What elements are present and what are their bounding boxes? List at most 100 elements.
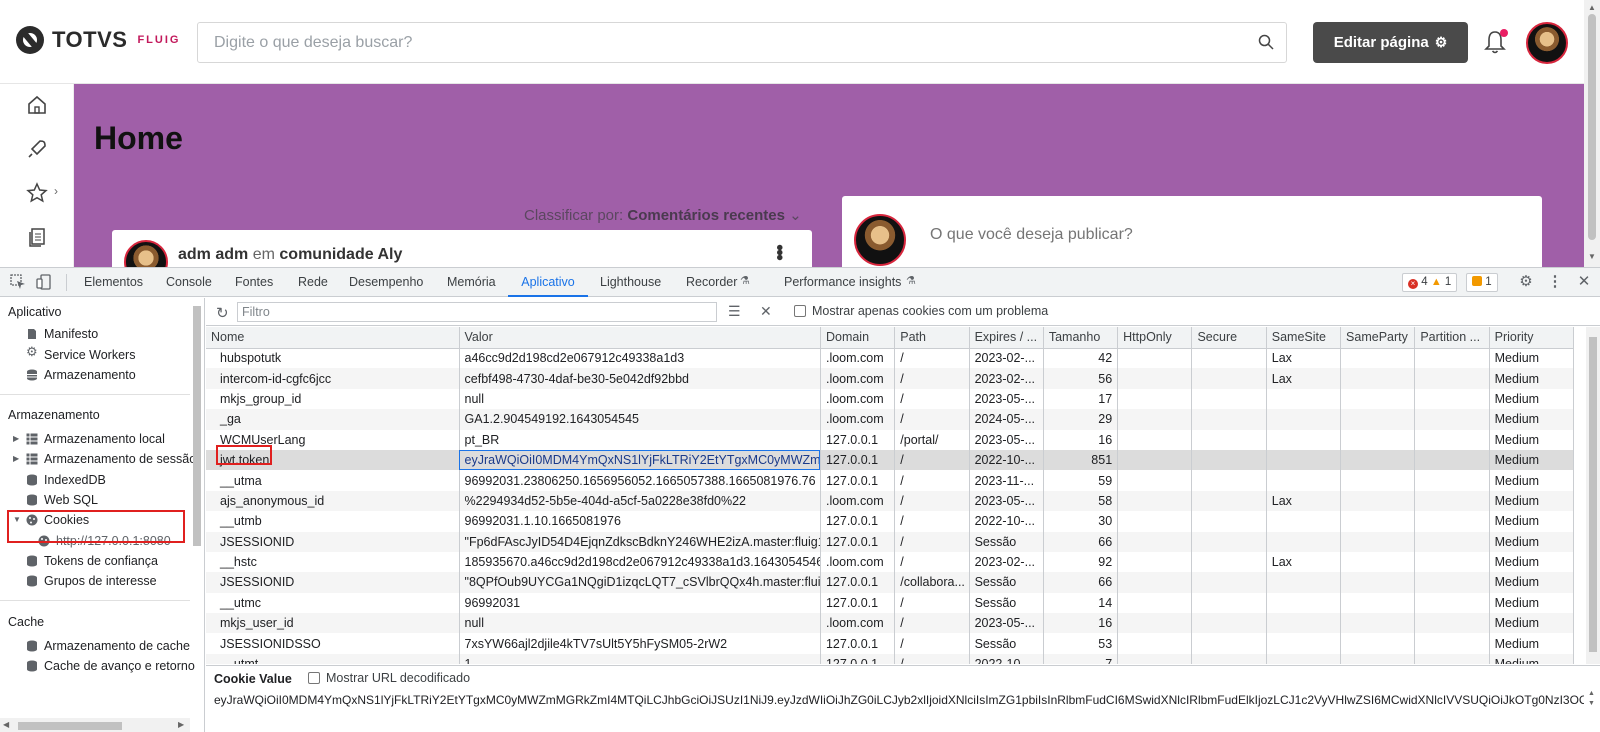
- column-header[interactable]: Priority: [1489, 327, 1575, 349]
- totvs-fluig-logo[interactable]: TOTVS FLUIG: [16, 26, 180, 54]
- table-row[interactable]: __utmc 96992031 127.0.0.1/Sessão 14 Medium: [206, 592, 1575, 614]
- table-row[interactable]: __hstc 185935670.a46cc9d2d198cd2e067912c4…: [206, 551, 1575, 573]
- sidebar-hscroll-thumb[interactable]: [18, 722, 122, 730]
- table-row[interactable]: __utma 96992031.23806250.1656956052.16650…: [206, 470, 1575, 491]
- sidebar-scroll-thumb[interactable]: [193, 306, 201, 546]
- settings-gear-icon[interactable]: ⚙: [1518, 274, 1534, 290]
- tab-performance[interactable]: Desempenho: [347, 268, 425, 297]
- sidebar-item-web-sql[interactable]: Web SQL: [44, 493, 98, 507]
- column-header[interactable]: Nome: [206, 327, 460, 349]
- clear-filtered-icon[interactable]: ☰: [728, 303, 741, 320]
- table-row[interactable]: WCMUserLang pt_BR 127.0.0.1/portal/2023-05…: [206, 429, 1575, 450]
- column-header[interactable]: Domain: [820, 327, 896, 349]
- device-toolbar-icon[interactable]: [36, 274, 52, 290]
- tab-recorder[interactable]: Recorder: [684, 268, 739, 297]
- table-row[interactable]: __utmb 96992031.1.10.1665081976 127.0.0.1/…: [206, 511, 1575, 532]
- console-errors-badge[interactable]: × 4 ▲ 1: [1402, 273, 1458, 292]
- scroll-up-icon[interactable]: ▲: [1588, 690, 1595, 697]
- post-community[interactable]: comunidade Aly: [279, 246, 402, 263]
- column-header[interactable]: SameParty: [1340, 327, 1416, 349]
- column-header[interactable]: SameSite: [1266, 327, 1342, 349]
- scroll-down-icon[interactable]: ▼: [1588, 700, 1595, 707]
- table-row[interactable]: mkjs_group_id null .loom.com/2023-05-... 17…: [206, 388, 1575, 410]
- documents-icon[interactable]: [26, 226, 48, 248]
- tab-memory[interactable]: Memória: [445, 268, 498, 297]
- search-input[interactable]: [198, 23, 1238, 62]
- refresh-icon[interactable]: ↻: [216, 304, 229, 322]
- table-scrollbar[interactable]: [1586, 327, 1600, 664]
- sidebar-item-trust-tokens[interactable]: Tokens de confiança: [44, 554, 158, 568]
- sidebar-item-cache-storage[interactable]: Armazenamento de cache: [44, 639, 190, 653]
- table-scroll-thumb[interactable]: [1589, 337, 1597, 652]
- column-header[interactable]: HttpOnly: [1117, 327, 1193, 349]
- page-title: Home: [94, 120, 183, 156]
- table-row[interactable]: hubspotutk a46cc9d2d198cd2e067912c49338a1…: [206, 348, 1575, 369]
- tab-console[interactable]: Console: [164, 268, 214, 297]
- sidebar-item-interest-groups[interactable]: Grupos de interesse: [44, 574, 157, 588]
- table-row[interactable]: __utmt1127.0.0.1/2022-10-...7 Medium: [206, 653, 1575, 664]
- user-avatar[interactable]: [1526, 22, 1568, 64]
- column-header[interactable]: Valor: [459, 327, 821, 349]
- sidebar-item-manifest[interactable]: Manifesto: [44, 327, 98, 341]
- edit-page-button[interactable]: Editar página ⚙: [1313, 22, 1468, 63]
- home-icon[interactable]: [26, 94, 48, 116]
- sidebar-scrollbar[interactable]: [190, 306, 204, 546]
- sidebar-item-session-storage[interactable]: Armazenamento de sessão: [44, 452, 196, 466]
- clear-all-icon[interactable]: ✕: [760, 303, 772, 320]
- sidebar-item-local-storage[interactable]: Armazenamento local: [44, 432, 165, 446]
- rocket-icon[interactable]: [26, 138, 48, 160]
- column-header[interactable]: Tamanho: [1043, 327, 1119, 349]
- checkbox[interactable]: [794, 305, 806, 317]
- sort-selector[interactable]: Classificar por: Comentários recentes ⌄: [524, 206, 802, 224]
- close-devtools-icon[interactable]: ✕: [1576, 274, 1592, 290]
- table-row[interactable]: JSESSIONID "8QPfOub9UYCGa1NQgiD1izqcLQT7_…: [206, 572, 1575, 593]
- table-row[interactable]: JSESSIONID "Fp6dFAscJyID54D4EjqnZdkscBdkn…: [206, 531, 1575, 552]
- only-problem-cookies-checkbox[interactable]: Mostrar apenas cookies com um problema: [794, 304, 1048, 318]
- tab-network[interactable]: Rede: [296, 268, 330, 297]
- table-cell[interactable]: eyJraWQiOiI0MDM4YmQxNS1lYjFkLTRiY2EtYTgx…: [459, 449, 821, 471]
- cookie-value-text[interactable]: eyJraWQiOiI0MDM4YmQxNS1lYjFkLTRiY2EtYTgx…: [214, 693, 1584, 707]
- scroll-left-icon[interactable]: ◀: [3, 720, 9, 729]
- scroll-right-icon[interactable]: ▶: [178, 720, 184, 729]
- post-avatar[interactable]: [124, 240, 168, 267]
- issues-badge[interactable]: 1: [1466, 273, 1498, 292]
- column-header[interactable]: Partition ...: [1414, 327, 1490, 349]
- tab-lighthouse[interactable]: Lighthouse: [598, 268, 663, 297]
- column-header[interactable]: Path: [894, 327, 970, 349]
- show-url-decoded-checkbox[interactable]: Mostrar URL decodificado: [308, 671, 470, 685]
- table-row[interactable]: JSESSIONIDSSO 7xsYW66ajl2djile4kTV7sUlt5Y…: [206, 633, 1575, 654]
- column-header[interactable]: Secure: [1191, 327, 1267, 349]
- expand-arrow-icon[interactable]: ▶: [13, 434, 19, 443]
- scroll-up-icon[interactable]: ▲: [1588, 3, 1596, 12]
- inspect-element-icon[interactable]: [10, 274, 26, 290]
- sidebar-item-indexeddb[interactable]: IndexedDB: [44, 473, 106, 487]
- tab-application[interactable]: Aplicativo: [508, 268, 588, 297]
- table-row[interactable]: intercom-id-cgfc6jcc cefbf498-4730-4daf-b…: [206, 368, 1575, 389]
- post-author[interactable]: adm adm: [178, 246, 248, 263]
- table-row[interactable]: jwt.token eyJraWQiOiI0MDM4YmQxNS1lYjFkLTR…: [206, 449, 1575, 471]
- filter-input[interactable]: [237, 302, 717, 322]
- sidebar-item-service-workers[interactable]: Service Workers: [44, 348, 135, 362]
- table-row[interactable]: _ga GA1.2.904549192.1643054545 .loom.com/2…: [206, 409, 1575, 430]
- page-scrollbar[interactable]: ▲ ▼: [1584, 0, 1600, 267]
- column-header[interactable]: Expires / ...: [969, 327, 1044, 349]
- page-scroll-thumb[interactable]: [1588, 14, 1596, 240]
- tab-performance-insights[interactable]: Performance insights: [782, 268, 903, 297]
- table-row[interactable]: mkjs_user_id null .loom.com/2023-05-... 16 M…: [206, 613, 1575, 634]
- star-icon[interactable]: [26, 182, 48, 204]
- publish-input[interactable]: O que você deseja publicar?: [930, 226, 1133, 244]
- sidebar-horizontal-scrollbar[interactable]: ◀ ▶: [0, 718, 190, 732]
- sidebar-item-storage[interactable]: Armazenamento: [44, 368, 136, 382]
- scroll-down-icon[interactable]: ▼: [1588, 252, 1596, 261]
- kebab-menu-icon[interactable]: ⋮: [1547, 274, 1563, 290]
- tab-sources[interactable]: Fontes: [233, 268, 275, 297]
- tab-elements[interactable]: Elementos: [82, 268, 145, 297]
- search-icon[interactable]: [1258, 34, 1274, 50]
- more-options-icon[interactable]: •••: [767, 244, 790, 259]
- checkbox[interactable]: [308, 672, 320, 684]
- sidebar-item-bfcache[interactable]: Cache de avanço e retorno: [44, 659, 195, 673]
- cookie-value-scroll-arrows[interactable]: ▲ ▼: [1586, 690, 1600, 708]
- chevron-right-icon[interactable]: ›: [54, 184, 58, 198]
- table-row[interactable]: ajs_anonymous_id %2294934d52-5b5e-404d-a5…: [206, 490, 1575, 512]
- expand-arrow-icon[interactable]: ▶: [13, 454, 19, 463]
